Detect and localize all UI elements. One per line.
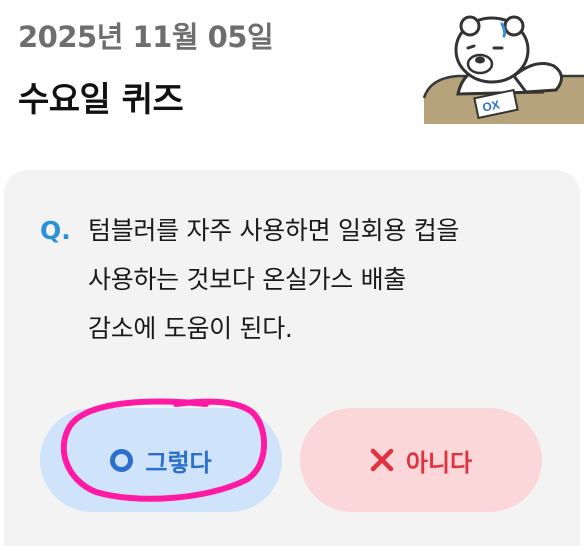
x-mark-icon: [370, 448, 394, 472]
answer-no-label: 아니다: [405, 448, 473, 477]
answer-yes-label: 그렇다: [145, 448, 212, 477]
answer-yes-button[interactable]: 그렇다: [40, 408, 282, 512]
polar-bear-mascot-icon: OX: [422, 15, 584, 124]
question-marker: Q.: [40, 216, 71, 245]
quiz-card: Q. 텀블러를 자주 사용하면 일회용 컵을 사용하는 것보다 온실가스 배출 …: [4, 170, 580, 546]
quiz-date: 2025년 11월 05일: [18, 20, 274, 54]
question-line: 텀블러를 자주 사용하면 일회용 컵을: [88, 216, 460, 245]
circle-o-icon: [110, 448, 134, 472]
question-line: 감소에 도움이 된다.: [88, 314, 293, 343]
answer-no-button[interactable]: 아니다: [300, 408, 542, 512]
question-line: 사용하는 것보다 온실가스 배출: [88, 265, 407, 294]
page-title: 수요일 퀴즈: [18, 80, 184, 120]
quiz-screen: 2025년 11월 05일 수요일 퀴즈 OX Q. 텀블러를 자주 사용하면 …: [0, 0, 584, 546]
question-text: 텀블러를 자주 사용하면 일회용 컵을 사용하는 것보다 온실가스 배출 감소에…: [88, 206, 548, 353]
